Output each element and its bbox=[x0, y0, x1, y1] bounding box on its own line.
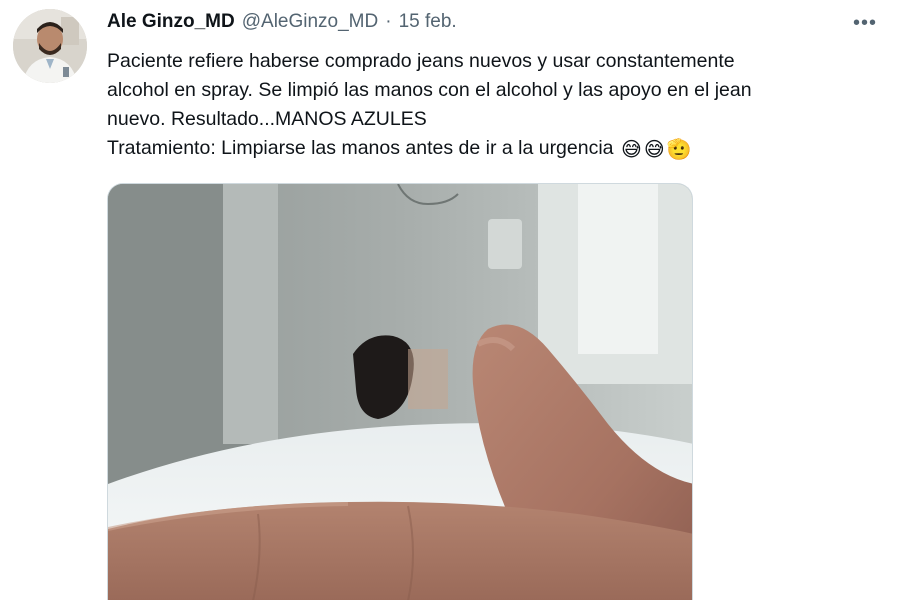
tweet-text-line-content: Tratamiento: Limpiarse las manos antes d… bbox=[107, 137, 614, 159]
avatar[interactable] bbox=[13, 9, 87, 83]
tweet-text-line: Paciente refiere haberse comprado jeans … bbox=[107, 50, 735, 72]
tweet-text: Paciente refiere haberse comprado jeans … bbox=[107, 47, 877, 164]
tweet: Ale Ginzo_MD @AleGinzo_MD · 15 feb. ••• … bbox=[0, 0, 900, 600]
sweat-smile-emoji-icon: 😅 bbox=[643, 137, 665, 161]
tweet-date[interactable]: 15 feb. bbox=[399, 11, 457, 33]
sweat-smile-emoji-icon: 😅 bbox=[620, 137, 642, 161]
more-horizontal-icon[interactable]: ••• bbox=[848, 6, 882, 40]
tweet-header: Ale Ginzo_MD @AleGinzo_MD · 15 feb. bbox=[107, 11, 457, 33]
author-handle[interactable]: @AleGinzo_MD bbox=[242, 11, 379, 33]
tweet-photo[interactable] bbox=[107, 183, 693, 600]
author-name[interactable]: Ale Ginzo_MD bbox=[107, 11, 235, 33]
saluting-face-emoji-icon: 🫡 bbox=[666, 137, 692, 161]
tweet-text-line: alcohol en spray. Se limpió las manos co… bbox=[107, 79, 752, 101]
tweet-text-line-last: Tratamiento: Limpiarse las manos antes d… bbox=[107, 134, 877, 164]
separator-dot: · bbox=[385, 11, 392, 32]
tweet-text-line: nuevo. Resultado...MANOS AZULES bbox=[107, 108, 427, 130]
